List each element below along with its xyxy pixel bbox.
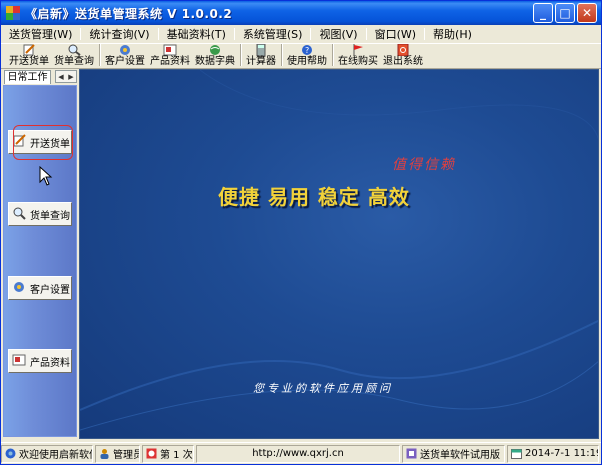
main-tagline: 您专业的软件应用顾问 xyxy=(253,382,393,395)
svg-text:?: ? xyxy=(305,46,309,55)
status-user: 管理员 xyxy=(95,444,140,463)
tab-daily-work[interactable]: 日常工作 xyxy=(4,70,51,84)
window-title: 《启新》送货单管理系统 V 1.0.0.2 xyxy=(25,6,233,21)
minimize-button[interactable]: _ xyxy=(533,3,553,23)
help-icon: ? xyxy=(300,44,314,56)
customer-settings-icon xyxy=(118,44,132,56)
toolbar-calculator-button[interactable]: 计算器 xyxy=(246,44,276,68)
product-catalog-icon xyxy=(163,44,177,56)
menu-delivery[interactable]: 送货管理(W) xyxy=(7,26,74,42)
status-edition: 送货单软件试用版 xyxy=(402,444,505,463)
status-website[interactable]: http://www.qxrj.cn xyxy=(196,444,400,463)
maximize-button[interactable]: □ xyxy=(555,3,575,23)
menu-help[interactable]: 帮助(H) xyxy=(431,26,474,42)
customer-settings-icon xyxy=(12,280,26,297)
toolbar-product-button[interactable]: 产品资料 xyxy=(150,44,190,68)
close-button[interactable]: ✕ xyxy=(577,3,597,23)
pencil-paper-icon xyxy=(22,44,36,56)
edition-icon xyxy=(406,448,417,459)
highlight-ring xyxy=(13,125,73,160)
sidebar-item-product[interactable]: 产品资料 xyxy=(8,349,72,373)
app-logo-icon xyxy=(5,5,21,21)
user-icon xyxy=(99,448,110,459)
sidebar-item-label: 客户设置 xyxy=(30,284,70,296)
toolbar-buy-button[interactable]: 在线购买 xyxy=(338,44,378,68)
title-bar[interactable]: 《启新》送货单管理系统 V 1.0.0.2 _ □ ✕ xyxy=(1,1,601,25)
menu-system[interactable]: 系统管理(S) xyxy=(241,26,305,42)
menu-basic-data[interactable]: 基础资料(T) xyxy=(165,26,228,42)
menu-statistics[interactable]: 统计查询(V) xyxy=(87,26,151,42)
sidebar-item-label: 货单查询 xyxy=(30,210,70,222)
calendar-icon xyxy=(511,448,522,459)
sidebar-item-customer[interactable]: 客户设置 xyxy=(8,276,72,300)
mouse-cursor-icon xyxy=(39,165,53,189)
app-status-icon xyxy=(5,448,16,459)
status-bar: 欢迎使用启新软件 管理员 第 1 次 http://www.qxrj.cn 送货… xyxy=(1,442,601,464)
flag-icon xyxy=(351,44,365,56)
toolbar-help-button[interactable]: ? 使用帮助 xyxy=(287,44,327,68)
globe-icon xyxy=(208,44,222,56)
tab-scroll-arrows[interactable]: ◀ ▶ xyxy=(55,70,77,83)
product-catalog-icon xyxy=(12,353,26,370)
main-workspace: 值得信赖 便捷 易用 稳定 高效 您专业的软件应用顾问 xyxy=(79,69,599,439)
magnifier-icon xyxy=(12,206,26,223)
toolbar: 开送货单 货单查询 客户设置 产品资料 数据字典 计算器 ? 使用帮助 在线购买… xyxy=(1,43,601,69)
sidebar-item-label: 产品资料 xyxy=(30,357,70,369)
status-datetime: 2014-7-1 11:19:47 xyxy=(507,444,599,463)
app-window: 《启新》送货单管理系统 V 1.0.0.2 _ □ ✕ 送货管理(W) 统计查询… xyxy=(0,0,602,465)
status-welcome: 欢迎使用启新软件 xyxy=(1,444,93,463)
tab-right-arrow-icon[interactable]: ▶ xyxy=(68,73,73,81)
sidebar-item-query[interactable]: 货单查询 xyxy=(8,202,72,226)
menu-view[interactable]: 视图(V) xyxy=(317,26,359,42)
calculator-icon xyxy=(254,44,268,56)
toolbar-dictionary-button[interactable]: 数据字典 xyxy=(195,44,235,68)
magnifier-icon xyxy=(67,44,81,56)
toolbar-new-delivery-button[interactable]: 开送货单 xyxy=(9,44,49,68)
menu-bar: 送货管理(W) 统计查询(V) 基础资料(T) 系统管理(S) 视图(V) 窗口… xyxy=(1,25,601,43)
toolbar-exit-button[interactable]: 退出系统 xyxy=(383,44,423,68)
menu-window[interactable]: 窗口(W) xyxy=(373,26,418,42)
status-visit-count: 第 1 次 xyxy=(142,444,194,463)
main-slogan: 便捷 易用 稳定 高效 xyxy=(218,185,410,209)
exit-icon xyxy=(396,44,410,56)
brand-trustworthy: 值得信赖 xyxy=(392,157,456,173)
toolbar-query-button[interactable]: 货单查询 xyxy=(54,44,94,68)
toolbar-customer-button[interactable]: 客户设置 xyxy=(105,44,145,68)
clock-icon xyxy=(146,448,157,459)
tab-left-arrow-icon[interactable]: ◀ xyxy=(58,73,63,81)
